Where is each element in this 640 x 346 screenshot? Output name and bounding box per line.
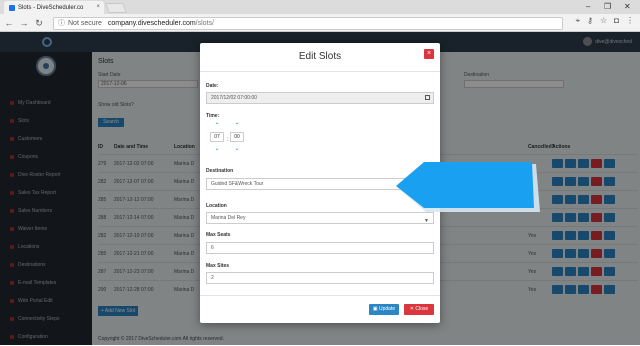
- max-seats-label: Max Seats: [206, 232, 231, 238]
- new-tab-button[interactable]: [105, 3, 127, 13]
- calendar-icon[interactable]: [425, 95, 430, 100]
- date-value: 2017/12/02 07:00:00: [211, 95, 257, 101]
- minute-input[interactable]: 00: [230, 132, 244, 142]
- max-sites-label: Max Sites: [206, 263, 230, 269]
- date-label: Date:: [206, 83, 219, 89]
- close-button[interactable]: ✕ Close: [404, 304, 434, 315]
- menu-icon[interactable]: ⋮: [626, 16, 634, 26]
- modal-title: Edit Slots: [298, 51, 342, 62]
- address-row: ← → ↻ ⓘ Not secure company.divescheduler…: [0, 14, 640, 32]
- time-separator: :: [227, 137, 229, 143]
- hour-up-icon[interactable]: ⌃: [210, 122, 224, 129]
- url-domain: company.divescheduler.com: [107, 19, 196, 27]
- close-label: Close: [415, 306, 429, 312]
- back-icon[interactable]: ←: [3, 18, 15, 28]
- reload-icon[interactable]: ↻: [33, 18, 45, 29]
- key-icon[interactable]: ⚷: [587, 16, 593, 26]
- info-icon[interactable]: ⓘ: [58, 18, 65, 28]
- browser-tab[interactable]: Slots - DiveScheduler.co ×: [4, 1, 104, 14]
- hour-down-icon[interactable]: ⌄: [210, 145, 224, 152]
- favicon-icon: [9, 4, 15, 11]
- modal-divider: [200, 71, 440, 72]
- address-bar[interactable]: ⓘ Not secure company.divescheduler.com /…: [53, 16, 563, 30]
- modal-footer-divider: [200, 295, 440, 296]
- window-close-icon[interactable]: ✕: [624, 2, 631, 11]
- date-input[interactable]: 2017/12/02 07:00:00: [206, 92, 434, 104]
- extension-icon[interactable]: ◘: [614, 16, 619, 26]
- location-label: Location: [206, 203, 227, 209]
- time-label: Time:: [206, 113, 220, 119]
- minute-down-icon[interactable]: ⌄: [230, 145, 244, 152]
- location-icon[interactable]: ⌖: [576, 16, 581, 26]
- bookmark-star-icon[interactable]: ☆: [600, 16, 607, 26]
- destination-value: Guided SF&Wreck Tour: [211, 181, 264, 187]
- tab-close-icon[interactable]: ×: [96, 4, 100, 10]
- update-button[interactable]: ▣ Update: [369, 304, 399, 315]
- browser-chrome: Slots - DiveScheduler.co × ‒ ❐ ✕ ← → ↻ ⓘ…: [0, 0, 640, 32]
- forward-icon[interactable]: →: [18, 18, 30, 28]
- location-value: Marina Del Rey: [211, 215, 246, 221]
- destination-label: Destination: [206, 168, 234, 174]
- maximize-icon[interactable]: ❐: [604, 2, 611, 11]
- minute-up-icon[interactable]: ⌃: [230, 122, 244, 129]
- update-label: Update: [379, 306, 396, 312]
- max-seats-input[interactable]: 6: [206, 242, 434, 254]
- pointer-arrow-icon: [396, 162, 540, 212]
- modal-close-icon[interactable]: ×: [424, 49, 434, 59]
- tab-title: Slots - DiveScheduler.co: [18, 4, 84, 11]
- url-path: /slots/: [195, 19, 214, 27]
- minute-picker: ⌃ 00 ⌄: [230, 122, 244, 152]
- max-sites-input[interactable]: 2: [206, 272, 434, 284]
- tab-bar: Slots - DiveScheduler.co × ‒ ❐ ✕: [0, 0, 640, 14]
- minimize-icon[interactable]: ‒: [586, 2, 590, 11]
- hour-picker: ⌃ 07 ⌄: [210, 122, 224, 152]
- hour-input[interactable]: 07: [210, 132, 224, 142]
- chevron-down-icon: ▼: [424, 218, 429, 224]
- browser-actions: ⌖ ⚷ ☆ ◘ ⋮: [576, 16, 634, 26]
- not-secure-label: Not secure: [68, 19, 102, 27]
